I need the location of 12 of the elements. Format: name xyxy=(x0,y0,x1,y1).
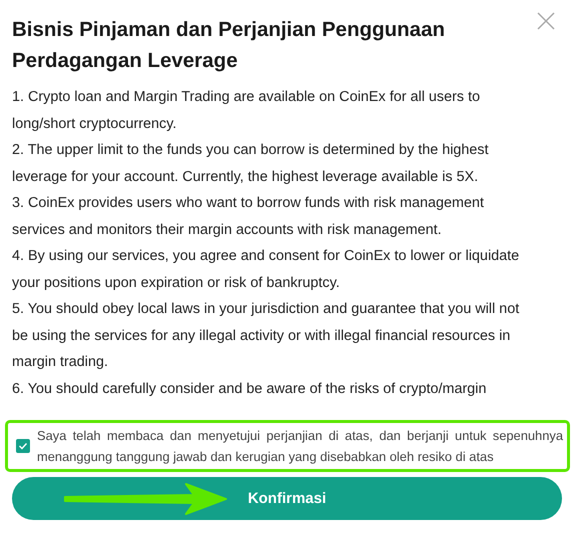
agreement-text: Saya telah membaca dan menyetujui perjanjian di atas, dan berjanji untuk sepenuhnya menanggung tanggung jawab dan kerugian yang disebabkan oleh resiko di atas xyxy=(37,427,563,466)
terms-paragraph: 4. By using our services, you agree and consent for CoinEx to lower or liquidate your positions upon expiration or risk of bankruptcy. xyxy=(12,247,520,292)
dialog-title: Bisnis Pinjaman dan Perjanjian Penggunaan Perdagangan Leverage xyxy=(12,17,446,74)
terms-paragraph: 5. You should obey local laws in your jurisdiction and guarantee that you will not be using the services for any illegal activity or with illegal financial resources in margin trading. xyxy=(12,300,520,372)
checkmark-icon xyxy=(18,441,28,451)
close-icon[interactable] xyxy=(537,12,555,30)
confirm-button[interactable]: Konfirmasi xyxy=(12,477,562,520)
agreement-checkbox[interactable] xyxy=(16,439,30,453)
terms-paragraph: 2. The upper limit to the funds you can borrow is determined by the highest leverage for your account. Currently, the highest leverage available is 5X. xyxy=(12,141,490,186)
terms-paragraph: 6. You should carefully consider and be aware of the risks of crypto/margin xyxy=(12,380,488,398)
terms-paragraph: 1. Crypto loan and Margin Trading are available on CoinEx for all users to long/short cryptocurrency. xyxy=(12,88,481,134)
terms-paragraph: 3. CoinEx provides users who want to borrow funds with risk management services and monitors their margin accounts with risk management. xyxy=(12,194,485,240)
